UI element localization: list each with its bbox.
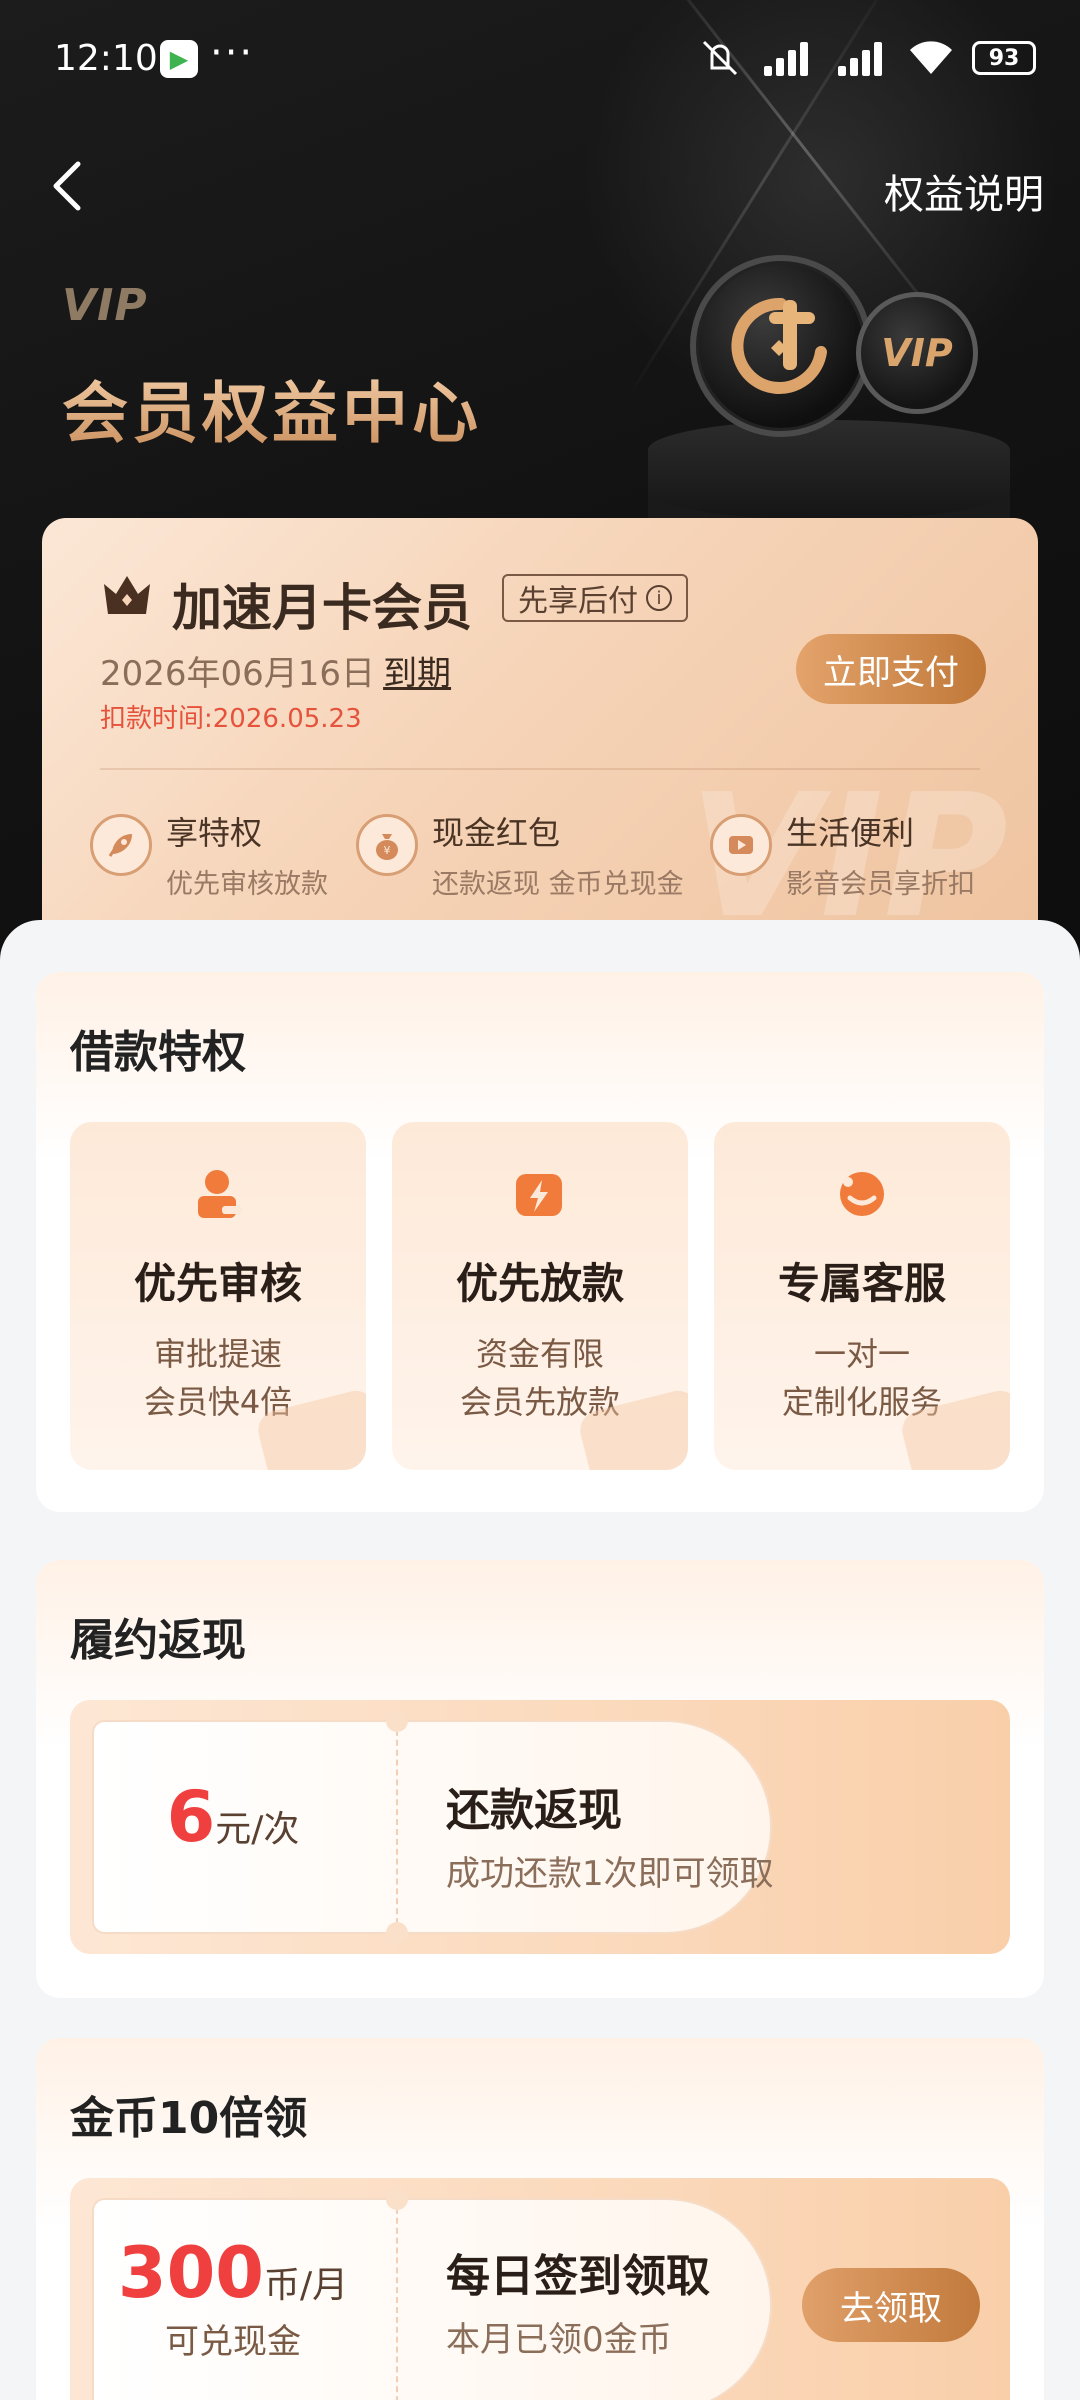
battery-icon: 93	[972, 41, 1036, 75]
status-more: ···	[210, 30, 255, 76]
rocket-icon	[90, 814, 152, 876]
chevron-left-icon	[53, 161, 81, 211]
amount-value: 300	[117, 2232, 264, 2314]
pay-later-label: 先享后付	[518, 584, 638, 619]
signal-icon	[834, 40, 890, 76]
section-title: 履约返现	[70, 1615, 246, 1666]
expire-date: 2026年06月16日 到期	[100, 646, 451, 695]
coupon-notch	[386, 1710, 408, 1732]
member-name: 加速月卡会员	[172, 579, 472, 637]
perk-item[interactable]: 生活便利 影音会员享折扣	[710, 808, 975, 901]
privilege-desc-line: 资金有限	[475, 1335, 604, 1373]
perk-title: 享特权	[166, 814, 263, 852]
perk-desc: 还款返现 金币兑现金	[432, 869, 684, 900]
money-bag-icon: ¥	[356, 814, 418, 876]
claim-button[interactable]: 去领取	[802, 2268, 980, 2342]
coins-amount: 300币/月 可兑现金	[70, 2232, 396, 2363]
amount-unit: 币/月	[263, 2265, 349, 2306]
section-title: 借款特权	[70, 1027, 246, 1078]
pay-now-button[interactable]: 立即支付	[796, 634, 986, 704]
pay-later-tag[interactable]: 先享后付 i	[502, 574, 688, 622]
coins-card[interactable]: 300币/月 可兑现金 每日签到领取 本月已领0金币 去领取	[70, 2178, 1010, 2400]
privilege-title: 优先放款	[455, 1259, 624, 1308]
section-title: 金币10倍领	[70, 2093, 308, 2144]
amount-sub: 可兑现金	[165, 2322, 301, 2362]
chat-bubble-icon	[840, 1172, 884, 1216]
amount-unit: 元/次	[215, 1809, 300, 1850]
info-icon[interactable]: i	[646, 585, 672, 611]
member-card: VIP 加速月卡会员 先享后付 i 2026年06月16日 到期 扣款时间:202…	[42, 518, 1038, 938]
content-sheet: 借款特权 优先审核 审批提速 会员快4倍 优先放款 资金有限 会员先放款 专属客…	[0, 920, 1080, 2400]
coupon-separator	[396, 1720, 398, 1934]
divider	[100, 768, 980, 770]
reviewer-icon	[198, 1170, 242, 1218]
cashback-panel: 履约返现 6元/次 还款返现 成功还款1次即可领取	[36, 1560, 1044, 1998]
status-icons: 93	[698, 38, 1036, 78]
perk-item[interactable]: ¥ 现金红包 还款返现 金币兑现金	[356, 808, 684, 901]
privilege-desc-line: 一对一	[813, 1335, 910, 1373]
cashback-desc: 成功还款1次即可领取	[446, 1854, 774, 1894]
privilege-desc-line: 审批提速	[153, 1335, 282, 1373]
privilege-card[interactable]: 优先放款 资金有限 会员先放款	[392, 1122, 688, 1470]
privilege-title: 专属客服	[777, 1259, 946, 1308]
coupon-separator	[396, 2198, 398, 2400]
vip-logo: VIP	[62, 280, 148, 331]
perk-item[interactable]: 享特权 优先审核放款	[90, 808, 328, 901]
back-button[interactable]	[40, 158, 96, 214]
wifi-icon	[910, 41, 952, 74]
coins-panel: 金币10倍领 300币/月 可兑现金 每日签到领取 本月已领0金币 去领取	[36, 2038, 1044, 2400]
video-icon	[710, 814, 772, 876]
loan-privileges-panel: 借款特权 优先审核 审批提速 会员快4倍 优先放款 资金有限 会员先放款 专属客…	[36, 972, 1044, 1512]
coins-title: 每日签到领取	[446, 2251, 710, 2302]
perk-title: 现金红包	[432, 814, 561, 852]
expire-date-value: 2026年06月16日	[100, 654, 376, 694]
amount-value: 6	[166, 1776, 216, 1858]
coins-desc: 本月已领0金币	[446, 2320, 672, 2360]
signal-icon	[760, 40, 816, 76]
cashback-card[interactable]: 6元/次 还款返现 成功还款1次即可领取	[70, 1700, 1010, 1954]
crown-icon	[104, 576, 150, 614]
page-title: 会员权益中心	[62, 360, 482, 456]
deduct-time: 扣款时间:2026.05.23	[100, 704, 362, 734]
brand-logo-icon	[731, 297, 827, 394]
cashback-title: 还款返现	[446, 1785, 622, 1836]
perk-title: 生活便利	[786, 814, 915, 852]
expire-label: 到期	[383, 654, 452, 694]
svg-text:¥: ¥	[384, 844, 391, 857]
page: 12:10 ▶ ··· 93 权益说明 VIP 会员权益中心 VIP VIP 加…	[0, 0, 1080, 2400]
privilege-card[interactable]: 优先审核 审批提速 会员快4倍	[70, 1122, 366, 1470]
rights-description-link[interactable]: 权益说明	[884, 162, 1044, 220]
vip-coin-icon: VIP	[856, 292, 978, 414]
perk-desc: 影音会员享折扣	[786, 869, 975, 900]
privilege-card[interactable]: 专属客服 一对一 定制化服务	[714, 1122, 1010, 1470]
privilege-title: 优先审核	[133, 1259, 302, 1308]
cashback-amount: 6元/次	[70, 1776, 396, 1858]
mute-icon	[702, 40, 738, 76]
coupon-notch	[386, 1922, 408, 1944]
battery-level: 93	[988, 45, 1020, 71]
coupon-notch	[386, 2188, 408, 2210]
app-notification-icon: ▶	[160, 40, 198, 78]
status-time: 12:10	[54, 38, 158, 79]
status-bar: 12:10 ▶ ··· 93	[0, 0, 1080, 120]
pedestal-top	[648, 420, 1010, 520]
lightning-card-icon	[516, 1174, 562, 1216]
brand-coin-icon	[690, 255, 872, 437]
perk-desc: 优先审核放款	[166, 869, 328, 900]
